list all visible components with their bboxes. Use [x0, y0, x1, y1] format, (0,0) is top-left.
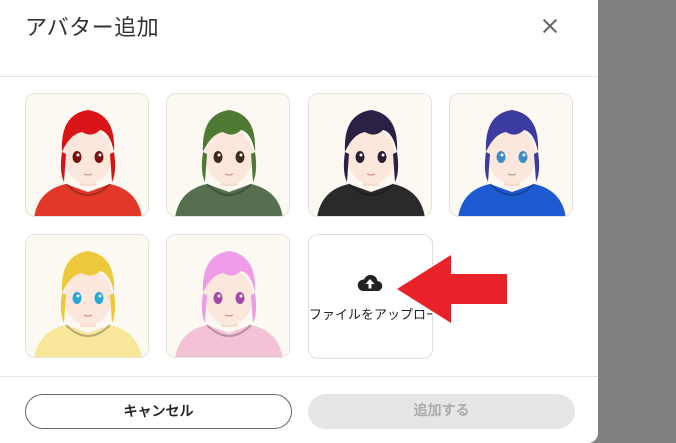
dialog-header: アバター追加	[0, 0, 598, 77]
add-avatar-dialog: アバター追加 ファイルをアップロ キャンセル 追加する	[0, 0, 598, 443]
avatar-card-pink[interactable]	[166, 234, 290, 358]
dialog-title: アバター追加	[25, 16, 160, 41]
avatar-card-blue[interactable]	[449, 93, 573, 217]
dialog-footer: キャンセル 追加する	[0, 376, 598, 443]
avatar-card-green[interactable]	[166, 93, 290, 217]
avatar-image	[26, 235, 148, 357]
avatar-image	[450, 94, 572, 216]
avatar-image	[167, 235, 289, 357]
close-icon[interactable]	[537, 13, 563, 39]
avatar-image	[26, 94, 148, 216]
avatar-card-yellow[interactable]	[25, 234, 149, 358]
avatar-card-black[interactable]	[308, 93, 432, 217]
red-arrow-annotation	[397, 255, 507, 323]
avatar-card-red[interactable]	[25, 93, 149, 217]
cloud-upload-icon	[357, 274, 383, 292]
add-button[interactable]: 追加する	[308, 394, 575, 429]
cancel-button[interactable]: キャンセル	[25, 394, 292, 429]
avatar-image	[309, 94, 431, 216]
avatar-image	[167, 94, 289, 216]
